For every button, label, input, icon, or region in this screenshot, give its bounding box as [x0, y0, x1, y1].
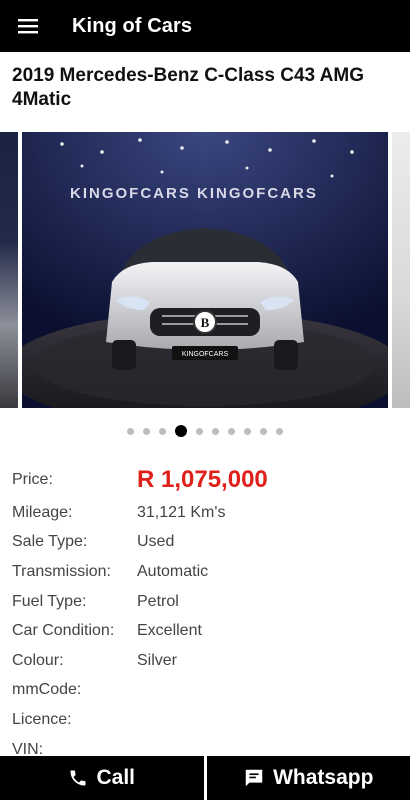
carousel-dot-active[interactable] [175, 425, 187, 437]
menu-button[interactable] [0, 0, 56, 52]
car-title: 2019 Mercedes-Benz C-Class C43 AMG 4Mati… [12, 65, 364, 110]
spec-value-mileage: 31,121 Km's [137, 503, 226, 521]
carousel-pagination [0, 424, 410, 438]
phone-icon [68, 768, 88, 788]
hamburger-menu-icon [18, 19, 38, 34]
number-plate-text: KINGOFCARS [182, 351, 229, 358]
carousel-dot[interactable] [260, 427, 267, 435]
spec-row-mmcode: mmCode: [12, 676, 402, 706]
carousel-dot[interactable] [228, 427, 235, 435]
spec-row-price: Price: R 1,075,000 [12, 462, 402, 498]
svg-text:B: B [201, 315, 210, 330]
carousel-dot[interactable] [127, 427, 134, 435]
spec-row-fuel-type: Fuel Type: Petrol [12, 587, 402, 617]
spec-row-licence: Licence: [12, 705, 402, 735]
spec-label-condition: Car Condition: [12, 622, 115, 640]
carousel-dot[interactable] [159, 427, 166, 435]
price-value: R 1,075,000 [137, 466, 268, 493]
whatsapp-button[interactable]: Whatsapp [207, 756, 410, 800]
carousel-dot[interactable] [276, 427, 283, 435]
spec-label-fuel-type: Fuel Type: [12, 592, 87, 610]
specs-list: Price: R 1,075,000 Mileage: 31,121 Km's … [12, 462, 402, 764]
carousel-dot[interactable] [143, 427, 150, 435]
image-carousel[interactable]: KINGOFCARS KINGOFCARS B KINGOFCARS [0, 132, 410, 408]
spec-row-transmission: Transmission: Automatic [12, 557, 402, 587]
spec-label-mmcode: mmCode: [12, 681, 82, 699]
spec-value-sale-type: Used [137, 533, 175, 551]
carousel-dot[interactable] [244, 427, 251, 435]
app-header: King of Cars [0, 0, 410, 52]
spec-row-mileage: Mileage: 31,121 Km's [12, 498, 402, 528]
message-icon [243, 767, 265, 789]
showroom-wall-logo: KINGOFCARS KINGOFCARS [70, 185, 318, 202]
spec-row-colour: Colour: Silver [12, 646, 402, 676]
carousel-dot[interactable] [212, 427, 219, 435]
whatsapp-button-label: Whatsapp [273, 766, 374, 789]
spec-label-colour: Colour: [12, 651, 64, 669]
previous-slide-peek[interactable] [0, 132, 18, 408]
next-slide-peek[interactable] [392, 132, 410, 408]
app-title: King of Cars [72, 14, 193, 37]
car-photo[interactable]: KINGOFCARS KINGOFCARS B KINGOFCARS [22, 132, 388, 408]
call-button[interactable]: Call [0, 756, 204, 800]
spec-row-sale-type: Sale Type: Used [12, 528, 402, 558]
spec-label-transmission: Transmission: [12, 562, 111, 580]
spec-value-transmission: Automatic [137, 562, 209, 580]
spec-value-condition: Excellent [137, 622, 202, 640]
carousel-dot[interactable] [196, 427, 203, 435]
contact-action-bar: Call Whatsapp [0, 756, 410, 800]
call-button-label: Call [96, 766, 135, 789]
spec-label-licence: Licence: [12, 710, 72, 728]
app-screen: King of Cars 2019 Mercedes-Benz C-Class … [0, 0, 410, 800]
spec-value-fuel-type: Petrol [137, 592, 179, 610]
spec-label-sale-type: Sale Type: [12, 533, 88, 551]
spec-row-condition: Car Condition: Excellent [12, 616, 402, 646]
spec-value-colour: Silver [137, 651, 178, 669]
spec-label-mileage: Mileage: [12, 503, 73, 521]
spec-label-price: Price: [12, 471, 53, 488]
car-photo-illustration: KINGOFCARS KINGOFCARS B KINGOFCARS [22, 132, 388, 408]
